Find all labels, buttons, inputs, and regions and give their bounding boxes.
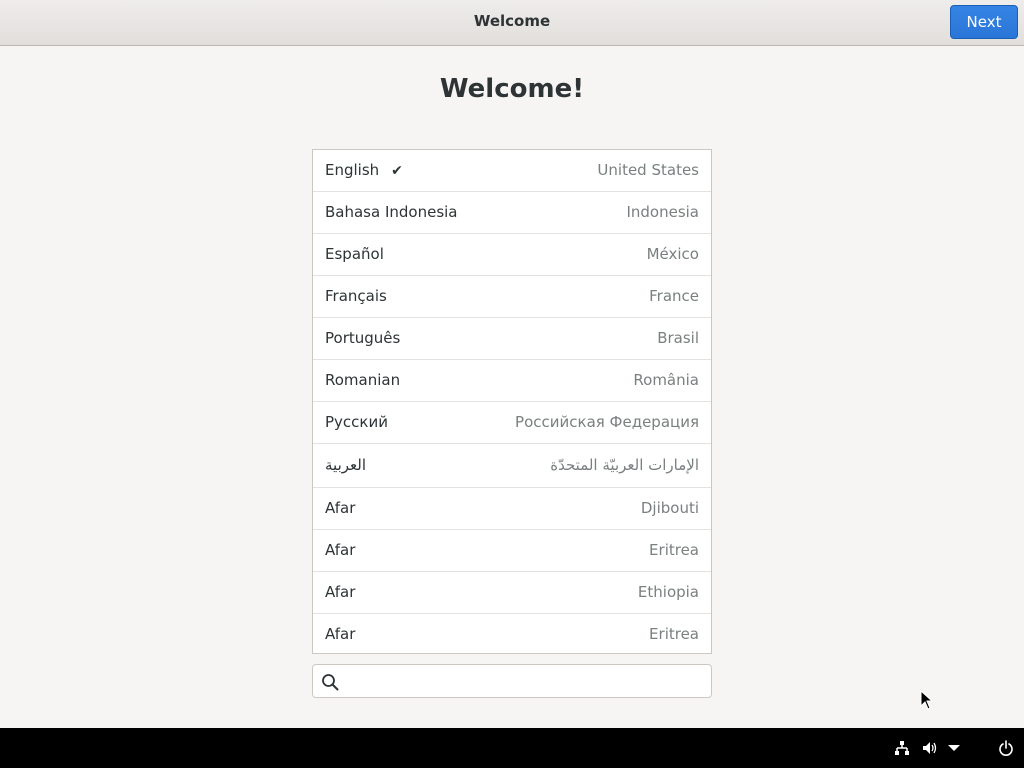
language-region: Brasil [657,329,699,347]
search-input[interactable] [347,669,707,695]
language-region: United States [597,161,699,179]
mouse-pointer-icon [920,690,934,710]
header-bar: Welcome Next [0,0,1024,46]
language-region: France [649,287,699,305]
language-name: العربية [325,456,366,474]
header-title: Welcome [473,12,551,30]
language-region: Djibouti [640,499,699,517]
language-row[interactable]: Español México [313,234,711,276]
language-name: Español [325,245,384,263]
next-button[interactable]: Next [950,5,1018,39]
language-name: Português [325,329,401,347]
language-row[interactable]: العربية الإمارات العربيّة المتحدّة [313,444,711,488]
language-row[interactable]: Afar Eritrea [313,530,711,572]
language-row[interactable]: Português Brasil [313,318,711,360]
language-name: Русский [325,413,388,431]
language-row[interactable]: Afar Djibouti [313,488,711,530]
language-region: الإمارات العربيّة المتحدّة [550,456,699,474]
power-icon[interactable] [998,740,1014,756]
language-list: English ✔ United States Bahasa Indonesia … [312,149,712,654]
volume-icon[interactable] [922,740,938,756]
language-name: Afar [325,583,356,601]
taskbar [0,728,1024,768]
language-row[interactable]: Bahasa Indonesia Indonesia [313,192,711,234]
search-field[interactable] [312,664,712,698]
language-region: Eritrea [649,625,699,643]
dropdown-arrow-icon[interactable] [946,740,962,756]
language-region: Eritrea [649,541,699,559]
language-row[interactable]: Afar Ethiopia [313,572,711,614]
language-name: Afar [325,499,356,517]
language-name: Afar [325,625,356,643]
language-region: Российская Федерация [515,413,699,431]
language-name: Afar [325,541,356,559]
language-name: Français [325,287,387,305]
language-name: Bahasa Indonesia [325,203,458,221]
language-row[interactable]: Romanian România [313,360,711,402]
search-icon [322,674,339,691]
language-name: English ✔ [325,150,403,192]
language-row[interactable]: Afar Eritrea [313,614,711,653]
language-row[interactable]: Français France [313,276,711,318]
language-region: România [633,371,699,389]
language-region: México [646,245,699,263]
network-icon[interactable] [894,740,910,756]
language-name: Romanian [325,371,401,389]
page-title: Welcome! [439,74,585,104]
language-region: Indonesia [626,203,699,221]
checkmark-icon: ✔ [391,163,403,179]
language-row[interactable]: Русский Российская Федерация [313,402,711,444]
language-row-english[interactable]: English ✔ United States [313,150,711,192]
language-region: Ethiopia [637,583,699,601]
